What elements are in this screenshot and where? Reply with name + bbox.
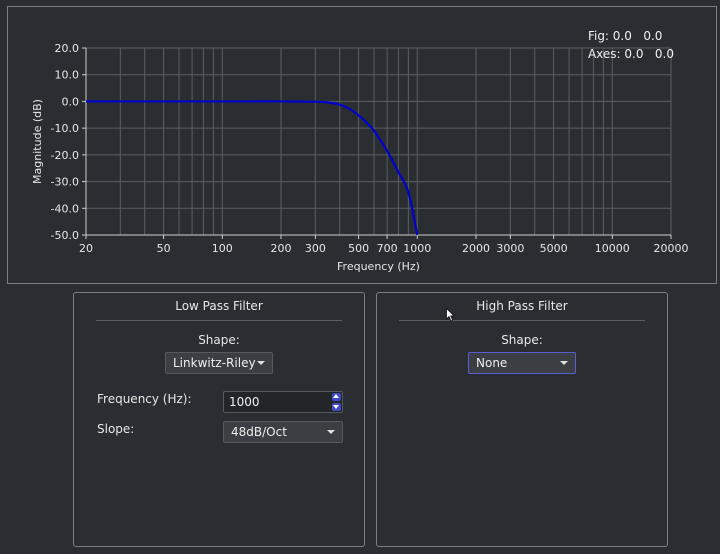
x-tick-label: 200	[271, 242, 292, 255]
slope-select[interactable]: 48dB/Oct	[223, 421, 343, 443]
high-pass-shape-value: None	[476, 356, 508, 370]
frequency-spinbox[interactable]: 1000	[223, 391, 343, 413]
slope-value: 48dB/Oct	[231, 425, 287, 439]
y-tick-label: -30.0	[51, 176, 79, 189]
x-tick-label: 500	[348, 242, 369, 255]
x-tick-label: 10000	[595, 242, 630, 255]
high-pass-title: High Pass Filter	[476, 299, 568, 313]
chevron-down-icon	[560, 361, 568, 365]
x-tick-label: 20000	[654, 242, 689, 255]
frequency-spin-buttons	[332, 393, 341, 411]
y-tick-label: -10.0	[51, 122, 79, 135]
frequency-value: 1000	[229, 395, 260, 409]
high-pass-shape-label: Shape:	[501, 333, 543, 347]
low-pass-shape-value: Linkwitz-Riley	[173, 356, 256, 370]
y-tick-label: 20.0	[55, 42, 80, 55]
x-tick-label: 300	[305, 242, 326, 255]
y-tick-label: 0.0	[62, 95, 80, 108]
high-pass-separator	[399, 320, 645, 321]
y-tick-label: -50.0	[51, 229, 79, 242]
axes-coordinates: Axes: 0.0 0.0	[587, 47, 674, 61]
x-tick-label: 3000	[496, 242, 524, 255]
x-tick-label: 100	[212, 242, 233, 255]
magnitude-response-line	[85, 100, 419, 236]
high-pass-filter-group: High Pass Filter Shape: None	[376, 292, 668, 547]
x-tick-label: 1000	[403, 242, 431, 255]
plot-canvas[interactable]: 20.0 10.0 0.0 -10.0 -20.0 -30.0 -40.0 -50.0 20 50…	[7, 6, 717, 284]
chevron-down-icon	[257, 361, 265, 365]
x-axis-label: Frequency (Hz)	[337, 260, 420, 273]
low-pass-filter-group: Low Pass Filter Shape: Linkwitz-Riley Fr…	[73, 292, 365, 547]
spin-down-icon[interactable]	[332, 403, 341, 411]
frequency-label: Frequency (Hz):	[97, 392, 192, 406]
high-pass-shape-select[interactable]: None	[468, 352, 576, 374]
low-pass-shape-label: Shape:	[198, 333, 240, 347]
low-pass-separator	[96, 320, 342, 321]
x-tick-label: 5000	[540, 242, 568, 255]
spin-up-icon[interactable]	[332, 393, 341, 401]
x-tick-label: 2000	[462, 242, 490, 255]
x-tick-label: 50	[157, 242, 171, 255]
fig-coordinates: Fig: 0.0 0.0	[587, 29, 663, 43]
x-tick-label: 700	[377, 242, 398, 255]
low-pass-shape-select[interactable]: Linkwitz-Riley	[165, 352, 273, 374]
y-axis-label: Magnitude (dB)	[31, 99, 44, 184]
slope-label: Slope:	[97, 422, 135, 436]
mouse-cursor-icon	[446, 308, 455, 322]
y-tick-label: -20.0	[51, 149, 79, 162]
chevron-down-icon	[327, 430, 335, 434]
y-tick-label: -40.0	[51, 202, 79, 215]
y-tick-label: 10.0	[55, 69, 80, 82]
coordinate-readout: Fig: 0.0 0.0 Axes: 0.0 0.0	[588, 27, 674, 63]
low-pass-title: Low Pass Filter	[175, 299, 263, 313]
x-tick-label: 20	[79, 242, 93, 255]
